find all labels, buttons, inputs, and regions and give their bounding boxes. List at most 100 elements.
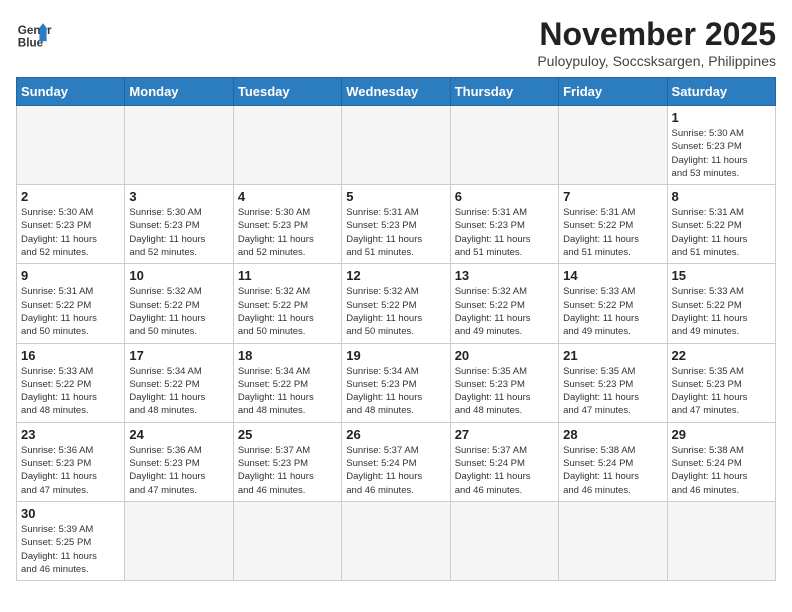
day-number: 11: [238, 268, 337, 283]
day-info: Sunrise: 5:31 AM Sunset: 5:23 PM Dayligh…: [455, 206, 554, 259]
day-info: Sunrise: 5:31 AM Sunset: 5:22 PM Dayligh…: [672, 206, 771, 259]
calendar-cell: 8 Sunrise: 5:31 AM Sunset: 5:22 PM Daylig…: [667, 185, 775, 264]
calendar-cell: [233, 501, 341, 580]
day-info: Sunrise: 5:35 AM Sunset: 5:23 PM Dayligh…: [563, 365, 662, 418]
calendar-cell: 19 Sunrise: 5:34 AM Sunset: 5:23 PM Dayli…: [342, 343, 450, 422]
day-info: Sunrise: 5:30 AM Sunset: 5:23 PM Dayligh…: [21, 206, 120, 259]
day-info: Sunrise: 5:31 AM Sunset: 5:22 PM Dayligh…: [21, 285, 120, 338]
day-number: 25: [238, 427, 337, 442]
calendar-cell: 24Sunrise: 5:36 AM Sunset: 5:23 PM Dayli…: [125, 422, 233, 501]
weekday-header-monday: Monday: [125, 78, 233, 106]
calendar-cell: 15 Sunrise: 5:33 AM Sunset: 5:22 PM Dayli…: [667, 264, 775, 343]
day-info: Sunrise: 5:35 AM Sunset: 5:23 PM Dayligh…: [455, 365, 554, 418]
calendar-cell: [667, 501, 775, 580]
calendar-cell: 2Sunrise: 5:30 AM Sunset: 5:23 PM Daylig…: [17, 185, 125, 264]
day-number: 22: [672, 348, 771, 363]
day-number: 23: [21, 427, 120, 442]
calendar-cell: 28 Sunrise: 5:38 AM Sunset: 5:24 PM Dayli…: [559, 422, 667, 501]
calendar-cell: 5 Sunrise: 5:31 AM Sunset: 5:23 PM Daylig…: [342, 185, 450, 264]
day-info: Sunrise: 5:30 AM Sunset: 5:23 PM Dayligh…: [129, 206, 228, 259]
logo: General Blue: [16, 16, 52, 52]
weekday-header-sunday: Sunday: [17, 78, 125, 106]
day-number: 19: [346, 348, 445, 363]
day-info: Sunrise: 5:31 AM Sunset: 5:23 PM Dayligh…: [346, 206, 445, 259]
calendar-cell: 3Sunrise: 5:30 AM Sunset: 5:23 PM Daylig…: [125, 185, 233, 264]
day-info: Sunrise: 5:39 AM Sunset: 5:25 PM Dayligh…: [21, 523, 120, 576]
calendar-cell: 18 Sunrise: 5:34 AM Sunset: 5:22 PM Dayli…: [233, 343, 341, 422]
day-info: Sunrise: 5:38 AM Sunset: 5:24 PM Dayligh…: [563, 444, 662, 497]
weekday-header-row: SundayMondayTuesdayWednesdayThursdayFrid…: [17, 78, 776, 106]
calendar-cell: 26Sunrise: 5:37 AM Sunset: 5:24 PM Dayli…: [342, 422, 450, 501]
day-number: 14: [563, 268, 662, 283]
calendar-cell: 29 Sunrise: 5:38 AM Sunset: 5:24 PM Dayli…: [667, 422, 775, 501]
calendar-cell: 25Sunrise: 5:37 AM Sunset: 5:23 PM Dayli…: [233, 422, 341, 501]
day-number: 16: [21, 348, 120, 363]
day-number: 5: [346, 189, 445, 204]
day-number: 8: [672, 189, 771, 204]
week-row-1: 1Sunrise: 5:30 AM Sunset: 5:23 PM Daylig…: [17, 106, 776, 185]
week-row-6: 30 Sunrise: 5:39 AM Sunset: 5:25 PM Dayli…: [17, 501, 776, 580]
day-number: 18: [238, 348, 337, 363]
day-info: Sunrise: 5:34 AM Sunset: 5:22 PM Dayligh…: [129, 365, 228, 418]
day-number: 15: [672, 268, 771, 283]
day-number: 1: [672, 110, 771, 125]
day-number: 21: [563, 348, 662, 363]
day-info: Sunrise: 5:33 AM Sunset: 5:22 PM Dayligh…: [672, 285, 771, 338]
logo-icon: General Blue: [16, 16, 52, 52]
day-number: 29: [672, 427, 771, 442]
weekday-header-thursday: Thursday: [450, 78, 558, 106]
day-info: Sunrise: 5:35 AM Sunset: 5:23 PM Dayligh…: [672, 365, 771, 418]
week-row-5: 23Sunrise: 5:36 AM Sunset: 5:23 PM Dayli…: [17, 422, 776, 501]
day-number: 9: [21, 268, 120, 283]
calendar-cell: 23Sunrise: 5:36 AM Sunset: 5:23 PM Dayli…: [17, 422, 125, 501]
calendar-cell: 21 Sunrise: 5:35 AM Sunset: 5:23 PM Dayli…: [559, 343, 667, 422]
calendar-cell: 11 Sunrise: 5:32 AM Sunset: 5:22 PM Dayli…: [233, 264, 341, 343]
day-info: Sunrise: 5:32 AM Sunset: 5:22 PM Dayligh…: [455, 285, 554, 338]
calendar-cell: [342, 501, 450, 580]
day-info: Sunrise: 5:38 AM Sunset: 5:24 PM Dayligh…: [672, 444, 771, 497]
title-section: November 2025 Puloypuloy, Soccsksargen, …: [537, 16, 776, 69]
day-info: Sunrise: 5:34 AM Sunset: 5:22 PM Dayligh…: [238, 365, 337, 418]
calendar-cell: 7Sunrise: 5:31 AM Sunset: 5:22 PM Daylig…: [559, 185, 667, 264]
day-number: 27: [455, 427, 554, 442]
location: Puloypuloy, Soccsksargen, Philippines: [537, 53, 776, 69]
day-number: 6: [455, 189, 554, 204]
calendar-cell: 4 Sunrise: 5:30 AM Sunset: 5:23 PM Daylig…: [233, 185, 341, 264]
header: General Blue November 2025 Puloypuloy, S…: [16, 16, 776, 69]
day-info: Sunrise: 5:32 AM Sunset: 5:22 PM Dayligh…: [129, 285, 228, 338]
calendar-cell: 20 Sunrise: 5:35 AM Sunset: 5:23 PM Dayli…: [450, 343, 558, 422]
calendar-cell: [17, 106, 125, 185]
weekday-header-tuesday: Tuesday: [233, 78, 341, 106]
day-number: 28: [563, 427, 662, 442]
week-row-4: 16 Sunrise: 5:33 AM Sunset: 5:22 PM Dayli…: [17, 343, 776, 422]
day-number: 7: [563, 189, 662, 204]
calendar-cell: 13Sunrise: 5:32 AM Sunset: 5:22 PM Dayli…: [450, 264, 558, 343]
day-info: Sunrise: 5:33 AM Sunset: 5:22 PM Dayligh…: [563, 285, 662, 338]
calendar-cell: 27Sunrise: 5:37 AM Sunset: 5:24 PM Dayli…: [450, 422, 558, 501]
weekday-header-saturday: Saturday: [667, 78, 775, 106]
day-number: 10: [129, 268, 228, 283]
svg-text:General: General: [18, 24, 52, 37]
calendar: SundayMondayTuesdayWednesdayThursdayFrid…: [16, 77, 776, 581]
calendar-cell: 6 Sunrise: 5:31 AM Sunset: 5:23 PM Daylig…: [450, 185, 558, 264]
day-number: 24: [129, 427, 228, 442]
day-number: 4: [238, 189, 337, 204]
day-info: Sunrise: 5:32 AM Sunset: 5:22 PM Dayligh…: [238, 285, 337, 338]
calendar-cell: 10 Sunrise: 5:32 AM Sunset: 5:22 PM Dayli…: [125, 264, 233, 343]
day-number: 12: [346, 268, 445, 283]
calendar-cell: 12Sunrise: 5:32 AM Sunset: 5:22 PM Dayli…: [342, 264, 450, 343]
day-info: Sunrise: 5:30 AM Sunset: 5:23 PM Dayligh…: [238, 206, 337, 259]
calendar-cell: 1Sunrise: 5:30 AM Sunset: 5:23 PM Daylig…: [667, 106, 775, 185]
day-number: 20: [455, 348, 554, 363]
weekday-header-wednesday: Wednesday: [342, 78, 450, 106]
day-info: Sunrise: 5:34 AM Sunset: 5:23 PM Dayligh…: [346, 365, 445, 418]
calendar-cell: [450, 501, 558, 580]
month-title: November 2025: [537, 16, 776, 53]
day-number: 30: [21, 506, 120, 521]
day-number: 17: [129, 348, 228, 363]
day-info: Sunrise: 5:33 AM Sunset: 5:22 PM Dayligh…: [21, 365, 120, 418]
weekday-header-friday: Friday: [559, 78, 667, 106]
calendar-cell: [342, 106, 450, 185]
calendar-cell: 16 Sunrise: 5:33 AM Sunset: 5:22 PM Dayli…: [17, 343, 125, 422]
week-row-3: 9 Sunrise: 5:31 AM Sunset: 5:22 PM Daylig…: [17, 264, 776, 343]
